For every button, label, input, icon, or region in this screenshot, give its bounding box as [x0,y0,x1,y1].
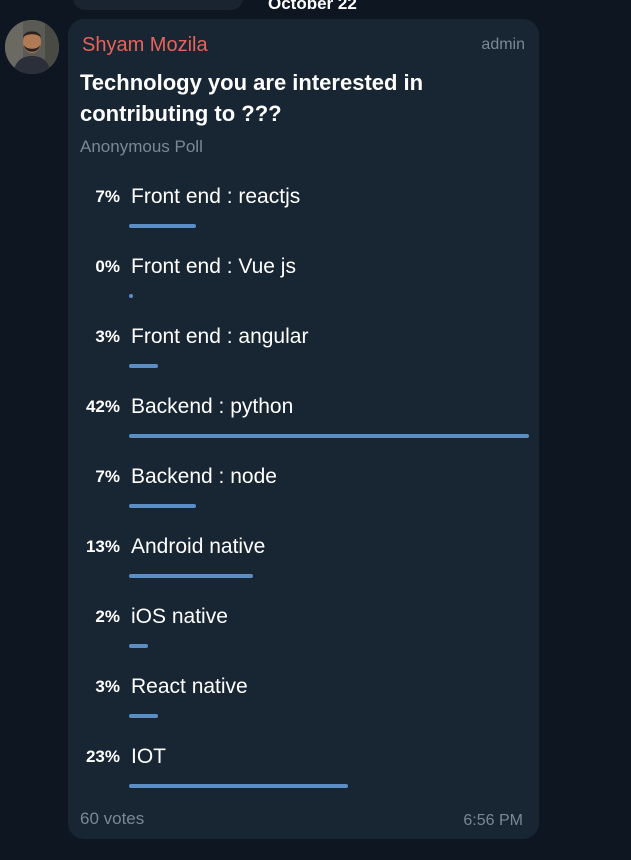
poll-message-bubble: Shyam Mozila admin Technology you are in… [68,19,539,839]
option-result-track [129,434,529,439]
poll-options-list: 7% Front end : reactjs 0% Front end : Vu… [68,179,539,809]
option-result-track [129,504,529,509]
option-result-bar [129,434,529,438]
poll-option-android[interactable]: 13% Android native [68,529,539,599]
poll-question: Technology you are interested in contrib… [80,70,424,126]
option-result-track [129,364,529,369]
avatar-photo-icon [5,20,59,74]
poll-option-node[interactable]: 7% Backend : node [68,459,539,529]
option-percent: 0% [95,257,120,276]
poll-type-label: Anonymous Poll [80,137,203,156]
option-result-track [129,784,529,789]
option-percent: 7% [95,467,120,486]
option-label: Front end : reactjs [131,185,301,208]
option-label: Android native [131,535,266,558]
option-label: Front end : angular [131,325,309,348]
option-percent: 2% [95,607,120,626]
option-result-track [129,294,529,299]
option-percent: 13% [85,537,120,556]
option-result-bar [129,294,133,298]
poll-option-react-native[interactable]: 3% React native [68,669,539,739]
option-label: iOS native [131,605,228,628]
option-result-bar [129,364,158,368]
sender-avatar[interactable] [5,20,59,74]
poll-option-vuejs[interactable]: 0% Front end : Vue js [68,249,539,319]
option-percent: 3% [95,327,120,346]
option-result-track [129,224,529,229]
option-label: Backend : node [131,465,277,488]
message-time: 6:56 PM [463,812,523,829]
vote-count[interactable]: 60 votes [80,808,144,830]
option-result-track [129,714,529,719]
poll-option-iot[interactable]: 23% IOT [68,739,539,809]
option-label: IOT [131,745,166,768]
option-percent: 42% [85,397,120,416]
option-result-bar [129,504,196,508]
option-label: Backend : python [131,395,294,418]
date-separator-pill [73,0,243,10]
option-percent: 7% [95,187,120,206]
option-result-bar [129,574,253,578]
sender-name[interactable]: Shyam Mozila [82,33,208,57]
poll-option-reactjs[interactable]: 7% Front end : reactjs [68,179,539,249]
poll-option-python[interactable]: 42% Backend : python [68,389,539,459]
option-label: Front end : Vue js [131,255,296,278]
option-label: React native [131,675,248,698]
option-result-track [129,644,529,649]
option-result-bar [129,644,149,648]
date-separator-label: October 22 [268,0,357,13]
option-result-bar [129,784,349,788]
option-percent: 23% [85,747,120,766]
poll-option-ios[interactable]: 2% iOS native [68,599,539,669]
admin-badge: admin [481,36,525,53]
poll-option-angular[interactable]: 3% Front end : angular [68,319,539,389]
option-result-bar [129,714,158,718]
option-result-bar [129,224,196,228]
option-percent: 3% [95,677,120,696]
option-result-track [129,574,529,579]
